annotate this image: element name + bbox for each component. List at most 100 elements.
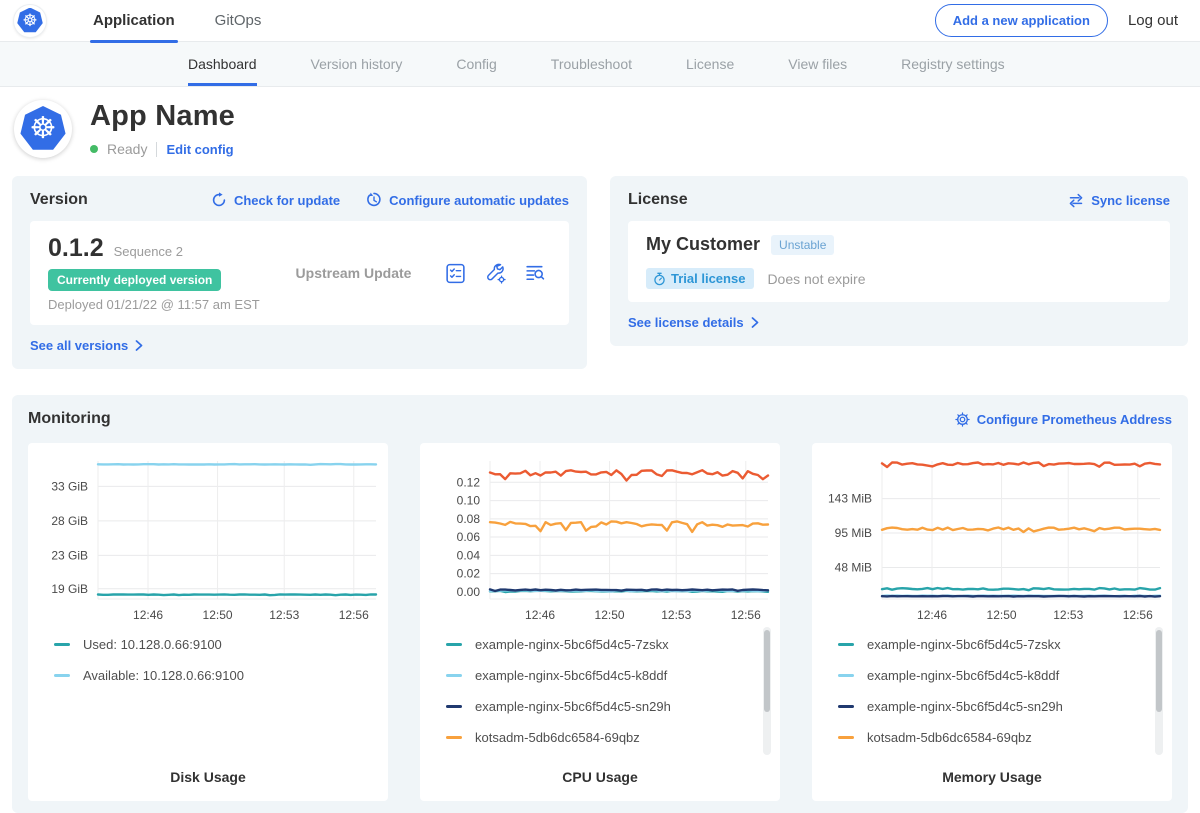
check-for-update-label: Check for update	[234, 193, 340, 208]
chevron-right-icon	[751, 317, 759, 328]
svg-text:12:50: 12:50	[987, 608, 1017, 622]
svg-text:19 GiB: 19 GiB	[51, 582, 88, 596]
legend-label: example-nginx-5bc6f5d4c5-k8ddf	[867, 668, 1059, 683]
legend-scrollbar-thumb[interactable]	[764, 630, 770, 712]
legend-scrollbar-thumb[interactable]	[1156, 630, 1162, 712]
gear-icon	[955, 412, 970, 427]
customer-name: My Customer	[646, 234, 760, 255]
app-header: ☸ App Name Ready Edit config	[0, 87, 1200, 172]
memory-usage-title: Memory Usage	[812, 761, 1172, 801]
svg-text:12:50: 12:50	[203, 608, 233, 622]
check-for-update-link[interactable]: Check for update	[211, 192, 340, 208]
license-card: License Sync license My Cust	[610, 176, 1188, 346]
version-number: 0.1.2	[48, 234, 104, 263]
cards-row: Version Check for update	[12, 176, 1188, 369]
legend-swatch	[838, 736, 854, 739]
version-card-head: Version Check for update	[30, 191, 569, 209]
monitoring-title: Monitoring	[28, 410, 111, 428]
channel-badge: Unstable	[771, 235, 834, 255]
legend-label: Used: 10.128.0.66:9100	[83, 637, 222, 652]
memory-usage-chart: 48 MiB95 MiB143 MiB12:4612:5012:5312:56	[816, 453, 1168, 623]
legend-swatch	[446, 674, 462, 677]
trial-license-badge: Trial license	[646, 268, 754, 289]
status-dot	[90, 145, 98, 153]
svg-text:28 GiB: 28 GiB	[51, 514, 88, 528]
legend-swatch	[838, 705, 854, 708]
cpu-usage-title: CPU Usage	[420, 761, 780, 801]
configure-prometheus-label: Configure Prometheus Address	[977, 412, 1172, 427]
tab-gitops[interactable]: GitOps	[212, 0, 265, 42]
legend-item: example-nginx-5bc6f5d4c5-k8ddf	[446, 668, 754, 683]
configure-auto-updates-label: Configure automatic updates	[389, 193, 569, 208]
legend-item: Used: 10.128.0.66:9100	[54, 637, 362, 652]
svg-text:0.12: 0.12	[457, 475, 481, 489]
tab-dashboard[interactable]: Dashboard	[188, 42, 257, 86]
license-card-head: License Sync license	[628, 191, 1170, 209]
tab-application[interactable]: Application	[90, 0, 178, 42]
memory-usage-card: 48 MiB95 MiB143 MiB12:4612:5012:5312:56 …	[812, 443, 1172, 801]
legend-item: Available: 10.128.0.66:9100	[54, 668, 362, 683]
add-application-button[interactable]: Add a new application	[935, 4, 1108, 37]
tab-version-history[interactable]: Version history	[311, 42, 403, 86]
trial-license-label: Trial license	[671, 271, 745, 286]
legend-swatch	[446, 705, 462, 708]
tab-license[interactable]: License	[686, 42, 734, 86]
configure-auto-updates-link[interactable]: Configure automatic updates	[366, 192, 569, 208]
legend-item: example-nginx-5bc6f5d4c5-sn29h	[838, 699, 1146, 714]
legend-label: example-nginx-5bc6f5d4c5-sn29h	[867, 699, 1063, 714]
svg-text:33 GiB: 33 GiB	[51, 479, 88, 493]
cpu-usage-chart: 0.000.020.040.060.080.100.1212:4612:5012…	[424, 453, 776, 623]
see-license-details-link[interactable]: See license details	[628, 315, 759, 330]
version-card-links: Check for update Configure automatic upd…	[211, 192, 569, 208]
sync-license-link[interactable]: Sync license	[1068, 193, 1170, 208]
svg-text:12:56: 12:56	[731, 608, 761, 622]
legend-swatch	[838, 643, 854, 646]
tab-config[interactable]: Config	[456, 42, 496, 86]
logout-button[interactable]: Log out	[1128, 12, 1178, 29]
svg-text:12:56: 12:56	[1123, 608, 1153, 622]
svg-text:143 MiB: 143 MiB	[828, 492, 872, 506]
configure-prometheus-link[interactable]: Configure Prometheus Address	[955, 412, 1172, 427]
see-license-details-label: See license details	[628, 315, 744, 330]
monitoring-head: Monitoring Configure Prometheus Address	[28, 410, 1172, 428]
version-card-title: Version	[30, 191, 88, 209]
legend-label: example-nginx-5bc6f5d4c5-k8ddf	[475, 668, 667, 683]
stopwatch-icon	[653, 272, 666, 286]
svg-text:12:50: 12:50	[595, 608, 625, 622]
cpu-usage-legend: example-nginx-5bc6f5d4c5-7zskx example-n…	[420, 623, 780, 761]
svg-text:12:46: 12:46	[917, 608, 947, 622]
legend-item: kotsadm-5db6dc6584-69qbz	[838, 730, 1146, 745]
svg-text:0.00: 0.00	[457, 585, 481, 599]
version-source: Upstream Update	[263, 265, 444, 281]
disk-usage-card: 19 GiB23 GiB28 GiB33 GiB12:4612:5012:531…	[28, 443, 388, 801]
tab-registry-settings[interactable]: Registry settings	[901, 42, 1004, 86]
current-version-box: 0.1.2 Sequence 2 Currently deployed vers…	[30, 221, 569, 325]
license-card-title: License	[628, 191, 688, 209]
disk-usage-chart: 19 GiB23 GiB28 GiB33 GiB12:4612:5012:531…	[32, 453, 384, 623]
legend-label: kotsadm-5db6dc6584-69qbz	[475, 730, 640, 745]
svg-text:0.10: 0.10	[457, 494, 481, 508]
legend-item: kotsadm-5db6dc6584-69qbz	[446, 730, 754, 745]
config-wrench-icon[interactable]	[484, 262, 507, 285]
legend-scrollbar	[763, 627, 771, 755]
ship-wheel-icon: ☸	[30, 114, 57, 144]
see-all-versions-link[interactable]: See all versions	[30, 338, 143, 353]
tab-view-files[interactable]: View files	[788, 42, 847, 86]
tab-troubleshoot[interactable]: Troubleshoot	[551, 42, 632, 86]
legend-swatch	[838, 674, 854, 677]
legend-swatch	[446, 643, 462, 646]
legend-label: example-nginx-5bc6f5d4c5-7zskx	[475, 637, 669, 652]
svg-text:12:53: 12:53	[1053, 608, 1083, 622]
edit-config-link[interactable]: Edit config	[166, 142, 233, 157]
view-logs-icon[interactable]	[524, 262, 547, 285]
legend-swatch	[446, 736, 462, 739]
svg-text:12:46: 12:46	[525, 608, 555, 622]
legend-scrollbar	[1155, 627, 1163, 755]
kubernetes-logo[interactable]: ☸	[14, 5, 46, 37]
clock-arrow-icon	[366, 192, 382, 208]
preflight-checklist-icon[interactable]	[444, 262, 467, 285]
chevron-right-icon	[135, 340, 143, 351]
legend-swatch	[54, 643, 70, 646]
tab-gitops-label: GitOps	[215, 12, 262, 29]
legend-item: example-nginx-5bc6f5d4c5-7zskx	[838, 637, 1146, 652]
